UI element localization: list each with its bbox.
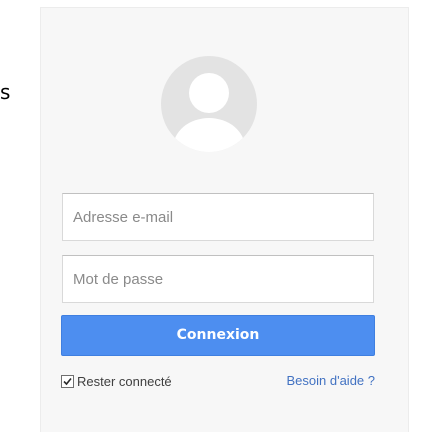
page: s Connexion Rester connecté Besoin d'aid… bbox=[0, 0, 426, 432]
remember-me-checkbox[interactable]: Rester connecté bbox=[61, 372, 172, 390]
background-text-fragment: s bbox=[0, 80, 11, 104]
remember-me-label: Rester connecté bbox=[77, 373, 172, 389]
sign-in-button[interactable]: Connexion bbox=[61, 315, 375, 356]
email-field[interactable] bbox=[62, 193, 374, 241]
checkbox-checked-icon[interactable] bbox=[61, 374, 74, 388]
avatar-icon bbox=[161, 56, 257, 152]
password-field[interactable] bbox=[62, 255, 374, 303]
login-card: Connexion Rester connecté Besoin d'aide … bbox=[40, 7, 409, 432]
help-link[interactable]: Besoin d'aide ? bbox=[287, 372, 376, 390]
